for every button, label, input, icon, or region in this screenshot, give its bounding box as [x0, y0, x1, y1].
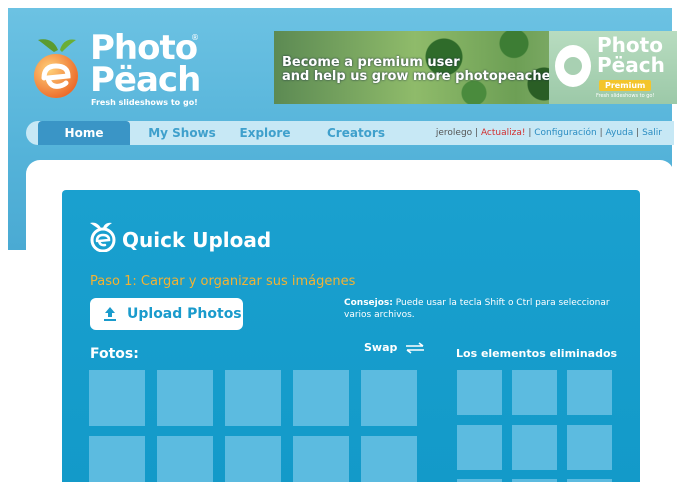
logo-tagline: Fresh slideshows to go!	[91, 98, 198, 107]
upload-icon	[104, 307, 116, 321]
swap-button[interactable]: Swap	[364, 341, 426, 354]
removed-items-label: Los elementos eliminados	[456, 347, 618, 360]
separator: |	[633, 128, 643, 138]
nav-creators[interactable]: Creators	[314, 121, 398, 145]
upload-photos-button[interactable]: Upload Photos	[90, 298, 243, 330]
banner-logo-panel: Photo Pëach Premium Fresh slideshows to …	[549, 31, 677, 104]
removed-slot[interactable]	[457, 370, 502, 415]
nav-my-shows[interactable]: My Shows	[136, 121, 228, 145]
photo-slot[interactable]	[89, 370, 145, 426]
premium-badge: Premium	[599, 80, 652, 91]
photo-slot[interactable]	[225, 436, 281, 482]
nav-home[interactable]: Home	[38, 121, 130, 145]
photo-slot[interactable]	[293, 436, 349, 482]
swap-arrows-icon	[406, 342, 425, 354]
removed-slot[interactable]	[512, 425, 557, 470]
peach-logo-icon	[34, 39, 78, 98]
tips-label: Consejos:	[344, 298, 393, 308]
photopeach-logo[interactable]: Photo Pëach ® Fresh slideshows to go!	[28, 28, 208, 110]
banner-headline-1: Become a premium user	[282, 55, 460, 70]
user-links: jerolego | Actualiza! | Configuración | …	[436, 121, 662, 145]
photo-slot[interactable]	[293, 370, 349, 426]
help-link[interactable]: Ayuda	[605, 128, 633, 138]
separator: |	[472, 128, 481, 138]
logout-link[interactable]: Salir	[642, 128, 662, 138]
banner-peach-icon	[555, 45, 591, 87]
upgrade-link[interactable]: Actualiza!	[481, 128, 526, 138]
photo-slot[interactable]	[361, 370, 417, 426]
banner-logo-line2: Pëach	[597, 53, 665, 77]
photo-slot[interactable]	[157, 370, 213, 426]
photo-slot[interactable]	[157, 436, 213, 482]
premium-banner[interactable]: Become a premium user and help us grow m…	[274, 31, 677, 104]
swap-label: Swap	[364, 341, 398, 354]
quick-upload-panel: Quick Upload Paso 1: Cargar y organizar …	[62, 190, 640, 482]
main-nav: Home My Shows Explore Creators jerolego …	[26, 121, 674, 145]
removed-slot[interactable]	[567, 370, 612, 415]
removed-slot[interactable]	[567, 425, 612, 470]
separator: |	[525, 128, 535, 138]
peach-icon	[90, 222, 116, 252]
username-link[interactable]: jerolego	[436, 128, 472, 138]
settings-link[interactable]: Configuración	[534, 128, 596, 138]
removed-slot[interactable]	[512, 370, 557, 415]
logo-registered-mark: ®	[191, 33, 199, 42]
photo-slot[interactable]	[361, 436, 417, 482]
step-instruction: Paso 1: Cargar y organizar sus imágenes	[90, 274, 356, 289]
quick-upload-title: Quick Upload	[122, 228, 272, 252]
removed-slot[interactable]	[457, 425, 502, 470]
upload-button-label: Upload Photos	[127, 306, 242, 322]
banner-headline-2: and help us grow more photopeaches!	[282, 69, 565, 84]
nav-explore[interactable]: Explore	[222, 121, 308, 145]
photo-slot[interactable]	[89, 436, 145, 482]
logo-text-peach: Pëach	[90, 60, 201, 100]
photo-slot[interactable]	[225, 370, 281, 426]
tips-text: Consejos: Puede usar la tecla Shift o Ct…	[344, 297, 624, 321]
photos-label: Fotos:	[90, 346, 139, 362]
banner-logo-tagline: Fresh slideshows to go!	[596, 93, 655, 99]
banner-logo-text: Photo Pëach	[597, 35, 665, 75]
